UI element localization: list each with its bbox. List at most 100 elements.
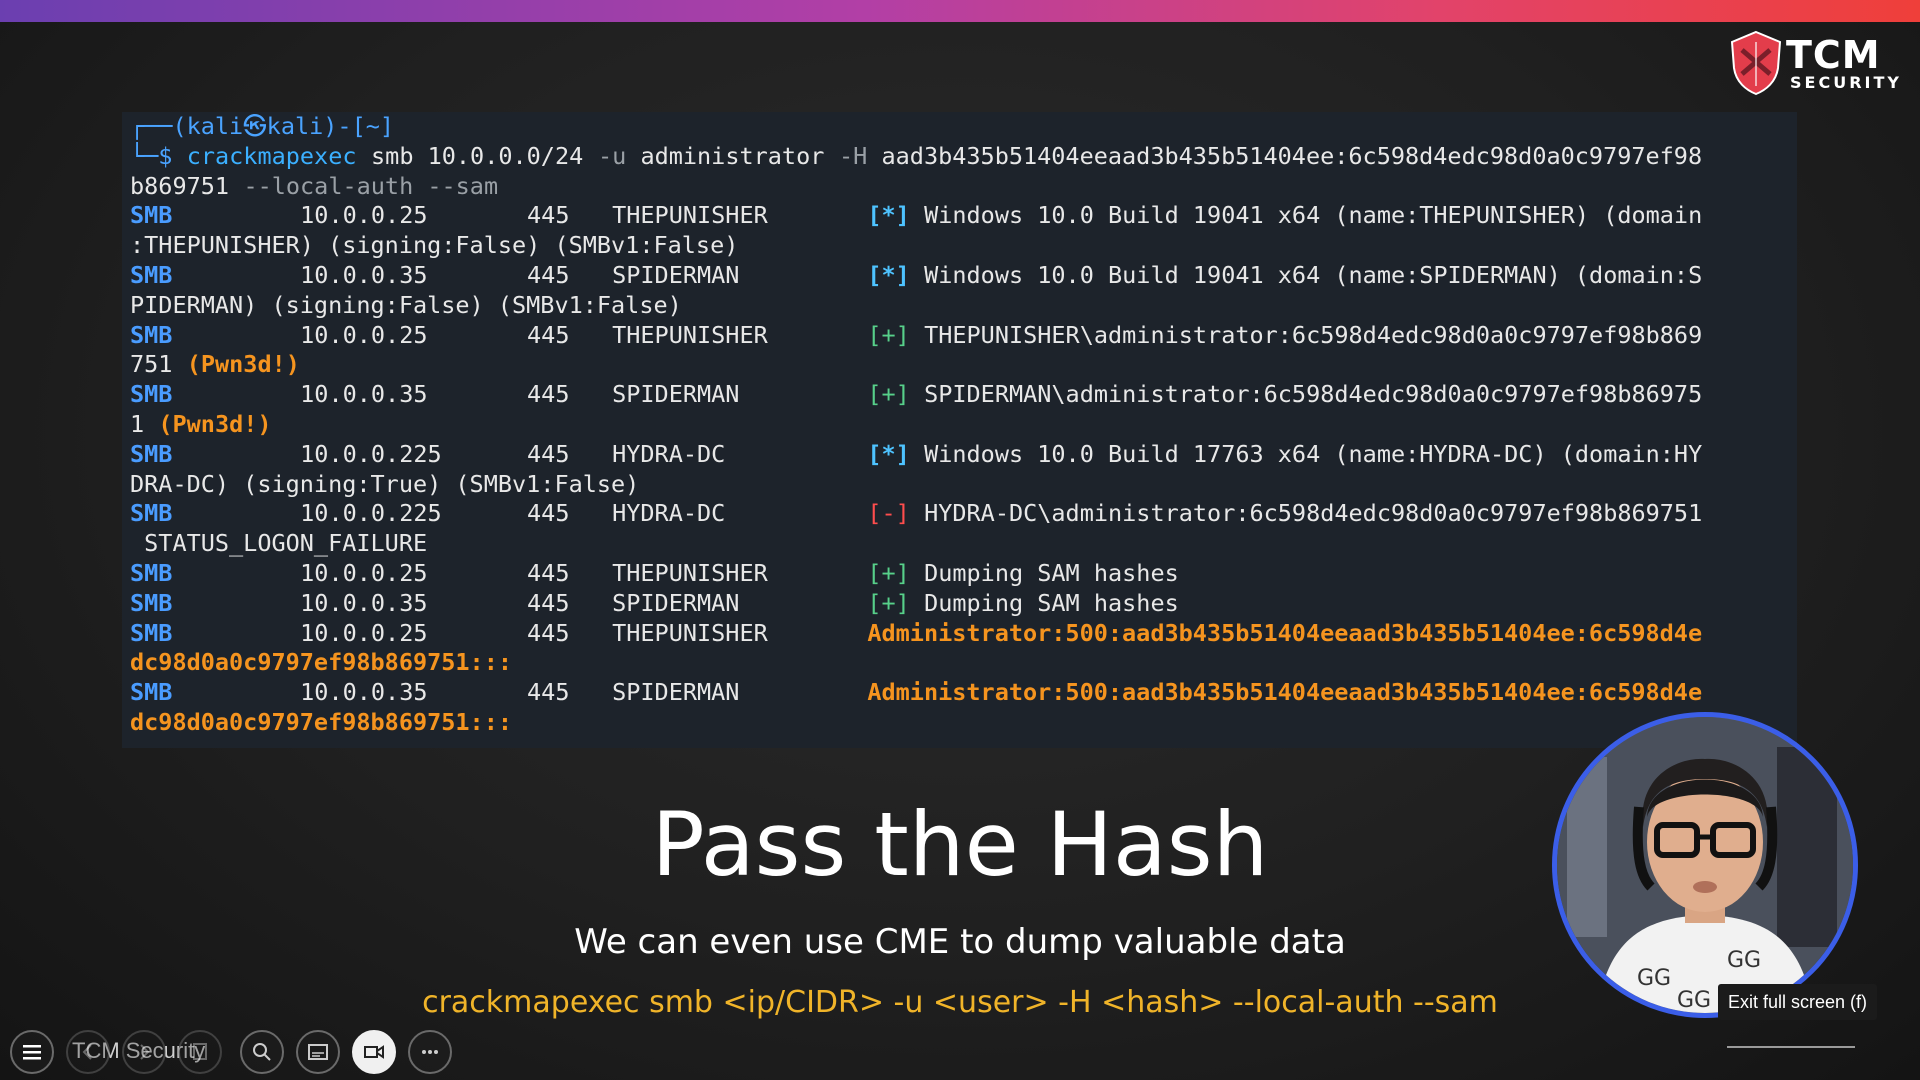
top-gradient-bar xyxy=(0,0,1920,22)
port-number: 445 xyxy=(527,380,570,409)
back-icon xyxy=(82,1044,92,1060)
protocol-label: SMB xyxy=(130,678,173,707)
shield-logo-icon xyxy=(1730,30,1782,96)
output-row: SMB 10.0.0.225 445 HYDRA-DC [-] HYDRA-DC\admi… xyxy=(122,499,1797,529)
protocol-label: SMB xyxy=(130,618,173,647)
output-row-wrap: 751 (Pwn3d!) xyxy=(122,350,1797,380)
protocol-label: SMB xyxy=(130,380,173,409)
protocol-label: SMB xyxy=(130,558,173,587)
terminal-screenshot: ┌──(kali㉿kali)-[~] └─$ crackmapexec smb 1… xyxy=(122,112,1797,748)
presenter-webcam: GG GG GG xyxy=(1552,712,1858,1018)
status-tag: [+] xyxy=(867,558,910,587)
protocol-label: SMB xyxy=(130,439,173,468)
terminal-prompt-line: ┌──(kali㉿kali)-[~] xyxy=(122,112,1797,142)
status-tag: [*] xyxy=(867,201,910,230)
output-message: THEPUNISHER\administrator:6c598d4edc98d0… xyxy=(924,320,1703,349)
output-message: SPIDERMAN\administrator:6c598d4edc98d0a0… xyxy=(924,380,1703,409)
svg-text:GG: GG xyxy=(1637,966,1671,991)
brand-subtitle: SECURITY xyxy=(1790,73,1902,92)
output-message: Windows 10.0 Build 19041 x64 (name:THEPU… xyxy=(924,201,1703,230)
command-part: smb 10.0.0.0/24 xyxy=(356,141,598,170)
port-number: 445 xyxy=(527,618,570,647)
ip-address: 10.0.0.25 xyxy=(300,201,428,230)
ip-address: 10.0.0.35 xyxy=(300,678,428,707)
output-message-wrap: :THEPUNISHER) (signing:False) (SMBv1:Fal… xyxy=(130,231,739,260)
protocol-label: SMB xyxy=(130,588,173,617)
terminal-command-line: └─$ crackmapexec smb 10.0.0.0/24 -u admi… xyxy=(122,142,1797,172)
output-row: SMB 10.0.0.35 445 SPIDERMAN Administrator:50… xyxy=(122,678,1797,708)
command-part: -H xyxy=(839,141,868,170)
status-tag: [*] xyxy=(867,439,910,468)
exit-fullscreen-tooltip: Exit full screen (f) xyxy=(1718,984,1878,1020)
player-controls: TCM Security xyxy=(10,1026,470,1076)
output-message: Administrator:500:aad3b435b51404eeaad3b4… xyxy=(867,678,1703,707)
prompt-text: ┌──(kali㉿kali)-[~] xyxy=(130,112,395,140)
output-message-wrap: PIDERMAN) (signing:False) (SMBv1:False) xyxy=(130,290,682,319)
port-number: 445 xyxy=(527,260,570,289)
port-number: 445 xyxy=(527,588,570,617)
ip-address: 10.0.0.35 xyxy=(300,380,428,409)
output-row: SMB 10.0.0.35 445 SPIDERMAN [+] Dumping SAM h… xyxy=(122,589,1797,619)
prompt-symbol: └─$ xyxy=(130,141,187,170)
output-row: SMB 10.0.0.25 445 THEPUNISHER [+] Dumping SAM… xyxy=(122,559,1797,589)
hostname: THEPUNISHER xyxy=(612,201,768,230)
copy-icon xyxy=(193,1043,207,1060)
search-button[interactable] xyxy=(240,1030,284,1074)
hostname: HYDRA-DC xyxy=(612,439,726,468)
output-message-wrap: 751 xyxy=(130,350,187,379)
forward-icon xyxy=(140,1044,150,1060)
protocol-label: SMB xyxy=(130,320,173,349)
status-tag: [-] xyxy=(867,499,910,528)
brand-name: TCM xyxy=(1786,33,1881,77)
output-message: Windows 10.0 Build 17763 x64 (name:HYDRA… xyxy=(924,439,1703,468)
protocol-label: SMB xyxy=(130,499,173,528)
output-message-wrap: STATUS_LOGON_FAILURE xyxy=(130,529,428,558)
hostname: SPIDERMAN xyxy=(612,260,740,289)
port-number: 445 xyxy=(527,320,570,349)
output-row-wrap: 1 (Pwn3d!) xyxy=(122,410,1797,440)
camera-button[interactable] xyxy=(352,1030,396,1074)
output-row-wrap: dc98d0a0c9797ef98b869751::: xyxy=(122,708,1797,738)
output-row: SMB 10.0.0.25 445 THEPUNISHER [+] THEPUNISHER… xyxy=(122,321,1797,351)
pwned-label: (Pwn3d!) xyxy=(158,409,272,438)
presenter-image: GG GG GG xyxy=(1557,717,1853,1013)
back-button[interactable] xyxy=(10,1030,54,1074)
status-tag: [+] xyxy=(867,320,910,349)
protocol-label: SMB xyxy=(130,260,173,289)
output-message-wrap: DRA-DC) (signing:True) (SMBv1:False) xyxy=(130,469,640,498)
ip-address: 10.0.0.25 xyxy=(300,618,428,647)
ip-address: 10.0.0.25 xyxy=(300,320,428,349)
copy-button[interactable] xyxy=(178,1030,222,1074)
output-row-wrap: :THEPUNISHER) (signing:False) (SMBv1:Fal… xyxy=(122,231,1797,261)
protocol-label: SMB xyxy=(130,201,173,230)
output-row: SMB 10.0.0.35 445 SPIDERMAN [*] Windows 10.0 … xyxy=(122,261,1797,291)
command-part: crackmapexec xyxy=(186,141,357,170)
ip-address: 10.0.0.35 xyxy=(300,260,428,289)
output-row-wrap: dc98d0a0c9797ef98b869751::: xyxy=(122,648,1797,678)
previous-button[interactable] xyxy=(66,1030,110,1074)
camera-icon xyxy=(364,1045,384,1059)
output-row: SMB 10.0.0.25 445 THEPUNISHER [*] Windows 10.… xyxy=(122,201,1797,231)
hostname: THEPUNISHER xyxy=(612,558,768,587)
output-row-wrap: STATUS_LOGON_FAILURE xyxy=(122,529,1797,559)
more-button[interactable] xyxy=(408,1030,452,1074)
hostname: SPIDERMAN xyxy=(612,678,740,707)
output-row: SMB 10.0.0.35 445 SPIDERMAN [+] SPIDERMAN\adm… xyxy=(122,380,1797,410)
svg-text:GG: GG xyxy=(1677,988,1711,1013)
status-tag: [*] xyxy=(867,260,910,289)
command-part: b869751 xyxy=(130,171,244,200)
output-message-wrap: 1 xyxy=(130,409,159,438)
port-number: 445 xyxy=(527,499,570,528)
command-part: administrator xyxy=(626,141,839,170)
hostname: HYDRA-DC xyxy=(612,499,726,528)
tooltip-underline xyxy=(1727,1046,1855,1048)
output-row: SMB 10.0.0.225 445 HYDRA-DC [*] Windows 10.0 … xyxy=(122,440,1797,470)
status-tag: [+] xyxy=(867,588,910,617)
output-message: Administrator:500:aad3b435b51404eeaad3b4… xyxy=(867,618,1703,647)
captions-icon xyxy=(308,1044,328,1060)
next-button[interactable] xyxy=(122,1030,166,1074)
hostname: SPIDERMAN xyxy=(612,588,740,617)
ip-address: 10.0.0.25 xyxy=(300,558,428,587)
ip-address: 10.0.0.35 xyxy=(300,588,428,617)
captions-button[interactable] xyxy=(296,1030,340,1074)
